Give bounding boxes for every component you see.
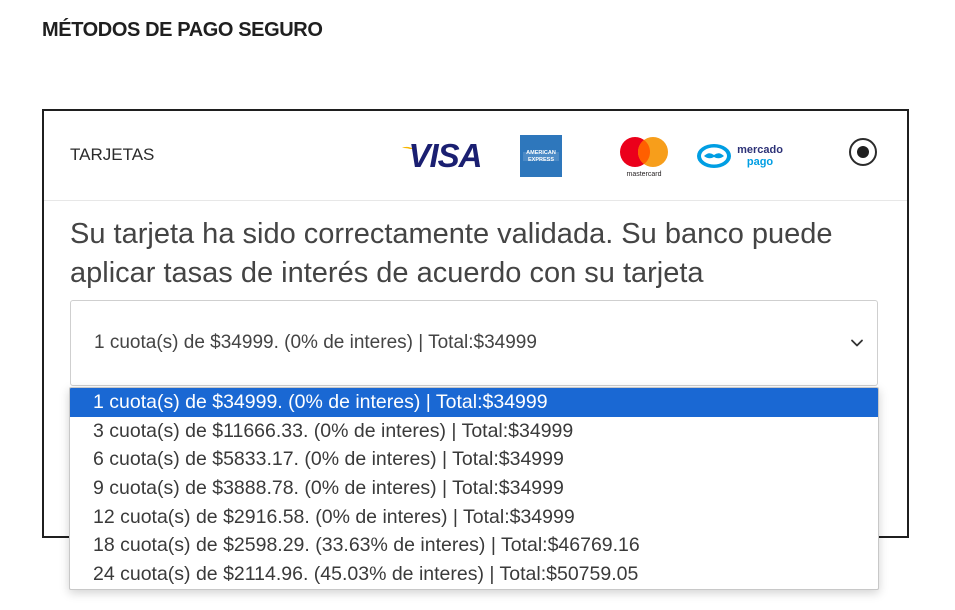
svg-text:VISA: VISA [408,138,481,172]
amex-logo: AMERICAN EXPRESS [520,135,562,177]
chevron-down-icon [851,339,863,347]
installment-option[interactable]: 18 cuota(s) de $2598.29. (33.63% de inte… [70,531,878,560]
installments-select[interactable]: 1 cuota(s) de $34999. (0% de interes) | … [70,300,878,386]
radio-selected-dot [857,146,869,158]
svg-text:EXPRESS: EXPRESS [528,157,554,163]
installment-option[interactable]: 1 cuota(s) de $34999. (0% de interes) | … [70,388,878,417]
installments-dropdown-list[interactable]: 1 cuota(s) de $34999. (0% de interes) | … [69,387,879,590]
svg-text:mastercard: mastercard [626,171,661,178]
installment-option[interactable]: 12 cuota(s) de $2916.58. (0% de interes)… [70,503,878,532]
installments-select-value: 1 cuota(s) de $34999. (0% de interes) | … [94,332,537,353]
installment-option[interactable]: 9 cuota(s) de $3888.78. (0% de interes) … [70,474,878,503]
mastercard-logo: mastercard [620,137,668,178]
installment-option[interactable]: 24 cuota(s) de $2114.96. (45.03% de inte… [70,560,878,589]
section-title: MÉTODOS DE PAGO SEGURO [42,19,323,41]
payment-method-header[interactable]: TARJETAS VISA AMERICAN EXPRESS mastercar… [44,111,907,201]
mercadopago-logo: mercado pago [697,144,783,168]
payment-method-label: TARJETAS [70,145,155,164]
visa-logo: VISA [402,138,483,172]
payment-method-radio[interactable] [849,138,877,166]
svg-text:AMERICAN: AMERICAN [526,150,556,156]
svg-text:pago: pago [747,156,774,168]
validation-message: Su tarjeta ha sido correctamente validad… [70,218,833,289]
installment-option[interactable]: 3 cuota(s) de $11666.33. (0% de interes)… [70,417,878,446]
installment-option[interactable]: 6 cuota(s) de $5833.17. (0% de interes) … [70,445,878,474]
svg-text:mercado: mercado [737,144,783,156]
